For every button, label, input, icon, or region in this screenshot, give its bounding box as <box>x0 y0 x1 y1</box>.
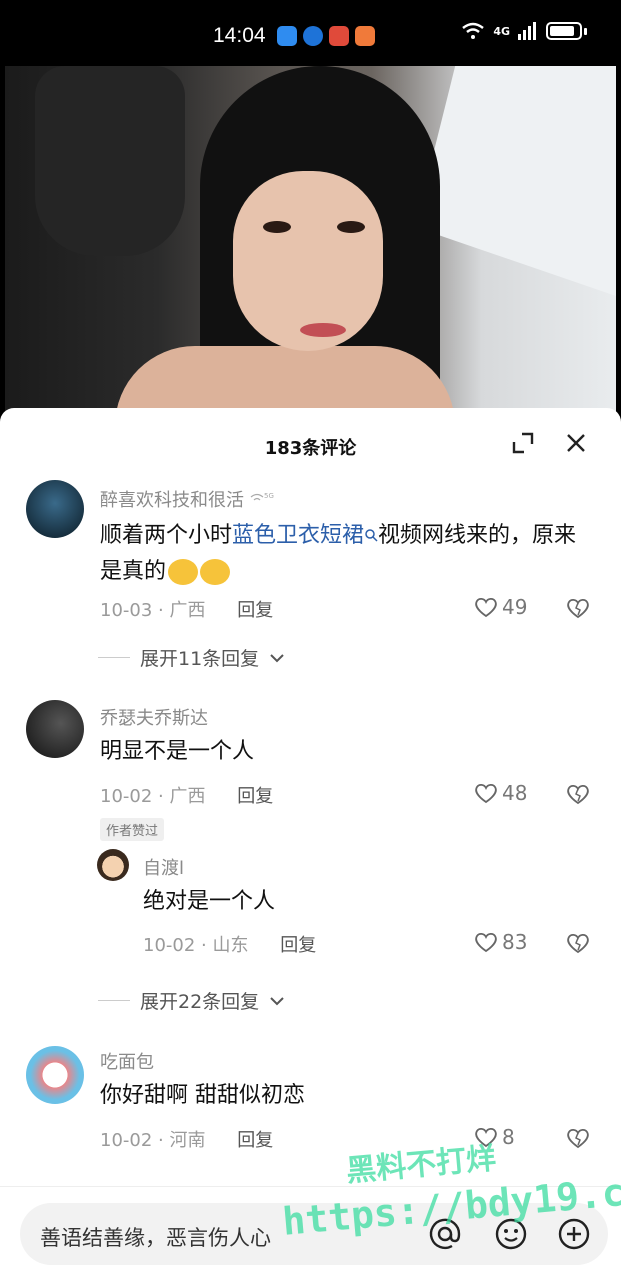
comment-meta: 10-02 · 广西 回复 <box>100 786 274 807</box>
comment-username[interactable]: 醉喜欢科技和很活 5G <box>100 486 274 512</box>
reply-region: 山东 <box>212 935 249 956</box>
clock: 14:04 <box>213 24 266 47</box>
heart-icon <box>475 597 497 618</box>
reply-button[interactable]: 回复 <box>237 1130 273 1151</box>
heart-icon <box>475 783 497 804</box>
expand-replies-button[interactable]: 展开11条回复 <box>98 644 285 671</box>
car-window <box>415 66 616 296</box>
search-icon[interactable] <box>364 528 378 542</box>
avatar[interactable] <box>26 700 84 758</box>
lips <box>300 323 346 337</box>
reply-button[interactable]: 回复 <box>237 786 273 807</box>
dislike-icon[interactable] <box>566 783 590 805</box>
chevron-down-icon <box>270 996 284 1005</box>
reply-meta: 10-02 · 山东 回复 <box>143 935 317 956</box>
comment-input-placeholder[interactable]: 善语结善缘，恶言伤人心 <box>40 1222 271 1252</box>
comment-username[interactable]: 乔瑟夫乔斯达 <box>100 704 208 730</box>
message-notification-icon <box>277 26 297 46</box>
like-count: 49 <box>502 595 528 619</box>
like-count: 48 <box>502 781 528 805</box>
comment-text: 你好甜啊 甜甜似初恋 <box>100 1083 305 1108</box>
reply-button[interactable]: 回复 <box>237 600 273 621</box>
app-notification-icon <box>329 26 349 46</box>
status-icons: 4G <box>461 22 587 40</box>
reply-avatar[interactable] <box>97 849 129 881</box>
reply-username[interactable]: 自渡l <box>143 854 184 880</box>
signal-icon <box>518 22 536 40</box>
status-bar: 14:04 4G <box>0 0 621 66</box>
app-notification-icon <box>355 26 375 46</box>
like-button[interactable]: 48 <box>474 781 527 805</box>
avatar[interactable] <box>26 480 84 538</box>
expand-replies-label[interactable]: 展开11条回复 <box>140 644 259 671</box>
like-button[interactable]: 83 <box>474 930 527 954</box>
reply-date: 10-02 <box>143 935 196 956</box>
add-icon[interactable] <box>557 1217 591 1251</box>
like-count: 83 <box>502 930 528 954</box>
divider <box>98 1000 130 1001</box>
heart-icon <box>475 932 497 953</box>
emoji-icon <box>200 559 231 585</box>
search-link[interactable]: 蓝色卫衣短裙 <box>232 523 364 548</box>
video-player[interactable] <box>5 66 616 416</box>
chevron-down-icon <box>270 653 284 662</box>
battery-icon <box>546 22 582 40</box>
comment-username[interactable]: 吃面包 <box>100 1048 154 1074</box>
close-icon[interactable] <box>565 432 587 454</box>
network-type: 4G <box>493 24 510 38</box>
fullscreen-icon[interactable] <box>512 432 534 454</box>
like-button[interactable]: 49 <box>474 595 527 619</box>
expand-replies-button[interactable]: 展开22条回复 <box>98 987 285 1014</box>
right-eye <box>337 221 365 233</box>
svg-text:5G: 5G <box>264 492 274 500</box>
comment-date: 10-03 <box>100 600 153 621</box>
comment-text: 明显不是一个人 <box>100 739 255 764</box>
comment-meta: 10-03 · 广西 回复 <box>100 600 274 621</box>
username-text[interactable]: 醉喜欢科技和很活 <box>100 490 244 511</box>
comment-text-part: 顺着两个小时 <box>100 523 233 548</box>
dislike-icon[interactable] <box>566 932 590 954</box>
comment-date: 10-02 <box>100 1130 153 1151</box>
comment-meta: 10-02 · 河南 回复 <box>100 1130 274 1151</box>
avatar[interactable] <box>26 1046 84 1104</box>
expand-replies-label[interactable]: 展开22条回复 <box>140 987 259 1014</box>
left-eye <box>263 221 291 233</box>
emoji-icon <box>168 559 199 585</box>
dislike-icon[interactable] <box>566 597 590 619</box>
wifi-icon <box>462 22 485 39</box>
shoulder <box>115 346 455 416</box>
car-seat <box>35 66 185 256</box>
comment-region: 广西 <box>169 786 206 807</box>
author-liked-badge: 作者赞过 <box>100 818 165 841</box>
comment-region: 广西 <box>169 600 206 621</box>
comment-region: 河南 <box>169 1130 206 1151</box>
battery-tip <box>584 27 587 35</box>
comment-text: 顺着两个小时蓝色卫衣短裙 视频网线来的，原来是真的 <box>100 518 580 590</box>
wifi-5g-icon: 5G <box>250 492 274 501</box>
app-notification-icon <box>303 26 323 46</box>
divider <box>98 657 130 658</box>
comment-date: 10-02 <box>100 786 153 807</box>
reply-button[interactable]: 回复 <box>280 935 316 956</box>
reply-text: 绝对是一个人 <box>143 889 276 914</box>
